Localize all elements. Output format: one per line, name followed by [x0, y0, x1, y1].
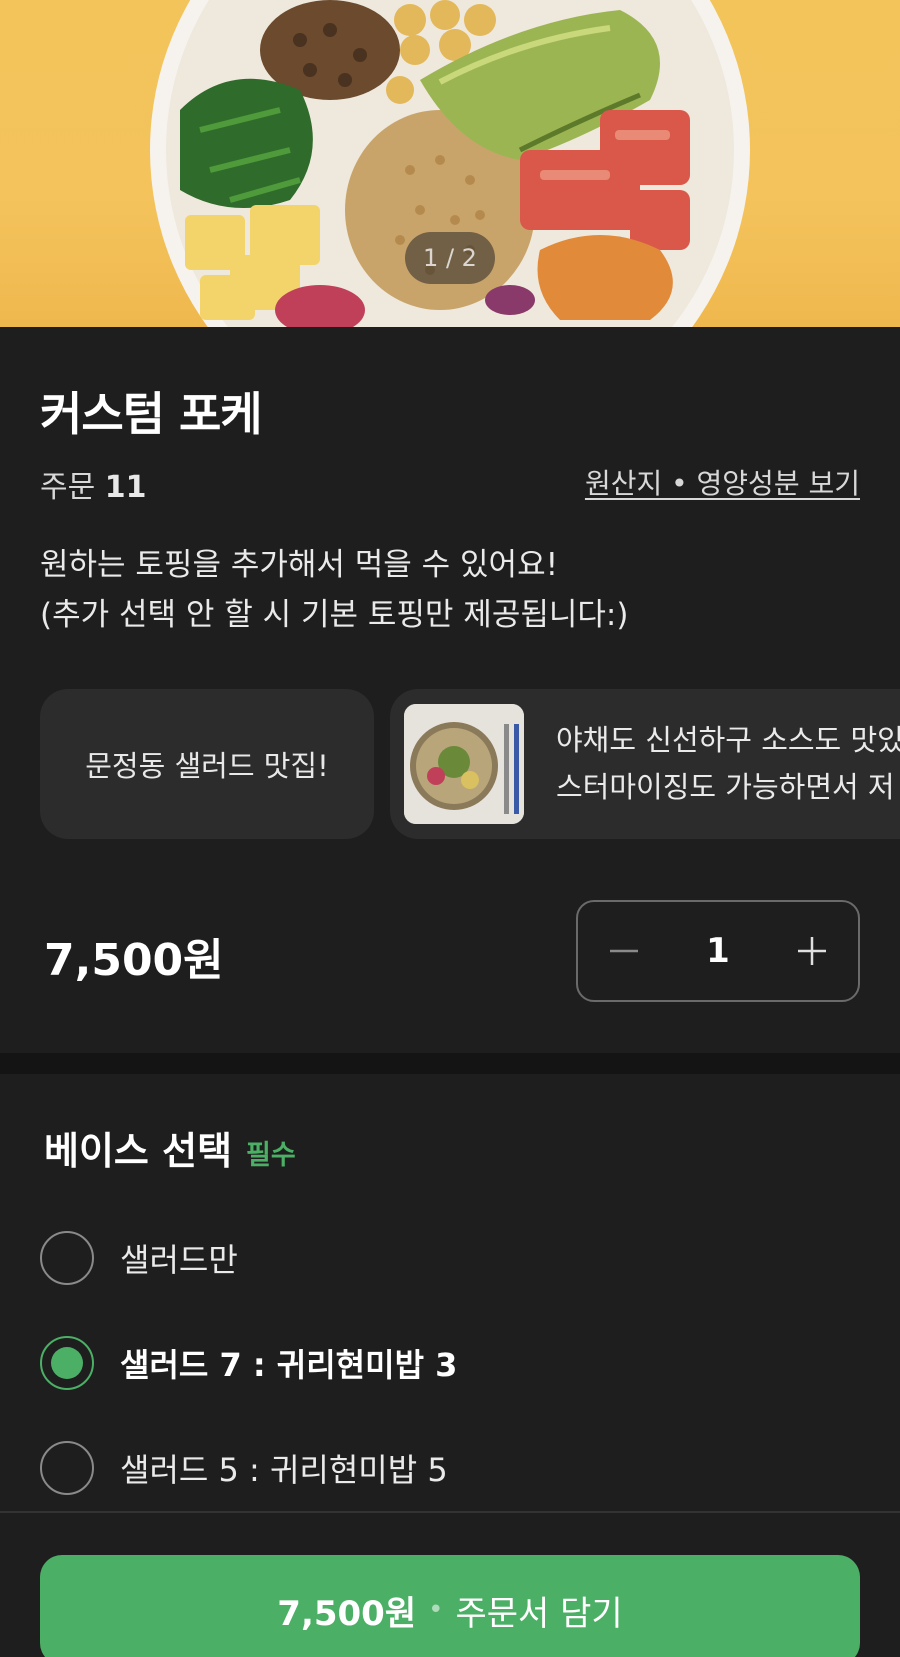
order-count-value: 11 [104, 470, 147, 505]
quantity-value: 1 [706, 931, 730, 971]
product-description: 원하는 토핑을 추가해서 먹을 수 있어요! (추가 선택 안 할 시 기본 토… [40, 540, 880, 640]
quantity-decrease-button[interactable] [584, 902, 664, 1000]
add-to-order-button[interactable]: 7,500원 • 주문서 담기 [40, 1555, 860, 1657]
review-text-line-2: 스터마이징도 가능하면서 저 [556, 770, 895, 804]
base-option-salad5-rice5[interactable]: 샐러드 5 : 귀리현미밥 5 [40, 1438, 860, 1498]
radio-button[interactable] [40, 1231, 94, 1285]
product-price: 7,500원 [44, 935, 224, 986]
quantity-increase-button[interactable] [772, 902, 852, 1000]
product-hero-image[interactable]: 1 / 2 [0, 0, 900, 327]
review-text: 야채도 신선하구 소스도 맛있 스터마이징도 가능하면서 저 [556, 717, 900, 811]
required-badge: 필수 [246, 1140, 296, 1171]
order-count-label: 주문 [40, 470, 96, 505]
base-section-title: 베이스 선택 [44, 1129, 233, 1173]
description-line-1: 원하는 토핑을 추가해서 먹을 수 있어요! [40, 547, 559, 583]
review-tag-text: 문정동 샐러드 맛집! [85, 749, 329, 783]
review-text-line-1: 야채도 신선하구 소스도 맛있 [556, 723, 900, 757]
review-tag-card[interactable]: 문정동 샐러드 맛집! [40, 689, 374, 839]
section-divider [0, 1053, 900, 1074]
image-pager-indicator: 1 / 2 [405, 232, 495, 284]
base-option-salad7-rice3[interactable]: 샐러드 7 : 귀리현미밥 3 [40, 1333, 860, 1393]
cta-label: 주문서 담기 [455, 1593, 623, 1634]
cta-separator: • [428, 1595, 444, 1625]
description-line-2: (추가 선택 안 할 시 기본 토핑만 제공됩니다:) [40, 597, 629, 633]
base-option-salad-only[interactable]: 샐러드만 [40, 1228, 860, 1288]
radio-button[interactable] [40, 1441, 94, 1495]
review-photo-card[interactable]: 야채도 신선하구 소스도 맛있 스터마이징도 가능하면서 저 [390, 689, 900, 839]
plus-icon [798, 937, 826, 965]
quantity-stepper: 1 [576, 900, 860, 1002]
base-section-header: 베이스 선택 필수 [44, 1120, 296, 1175]
origin-nutrition-link[interactable]: 원산지 • 영양성분 보기 [585, 462, 860, 502]
base-option-label: 샐러드만 [120, 1241, 238, 1279]
base-option-label: 샐러드 7 : 귀리현미밥 3 [120, 1346, 458, 1384]
product-title: 커스텀 포케 [40, 387, 263, 441]
review-carousel[interactable]: 문정동 샐러드 맛집! 야채도 신선하구 소스도 맛있 스터마이징도 가능하면서… [40, 689, 900, 839]
radio-button-selected[interactable] [40, 1336, 94, 1390]
salad-bowl-thumbnail-image [404, 704, 524, 824]
order-count: 주문 11 [40, 462, 147, 506]
bottom-action-bar: 7,500원 • 주문서 담기 [0, 1511, 900, 1657]
minus-icon [610, 949, 638, 953]
cta-price: 7,500원 [277, 1593, 417, 1634]
base-option-label: 샐러드 5 : 귀리현미밥 5 [120, 1451, 448, 1489]
review-photo-thumbnail [404, 704, 524, 824]
